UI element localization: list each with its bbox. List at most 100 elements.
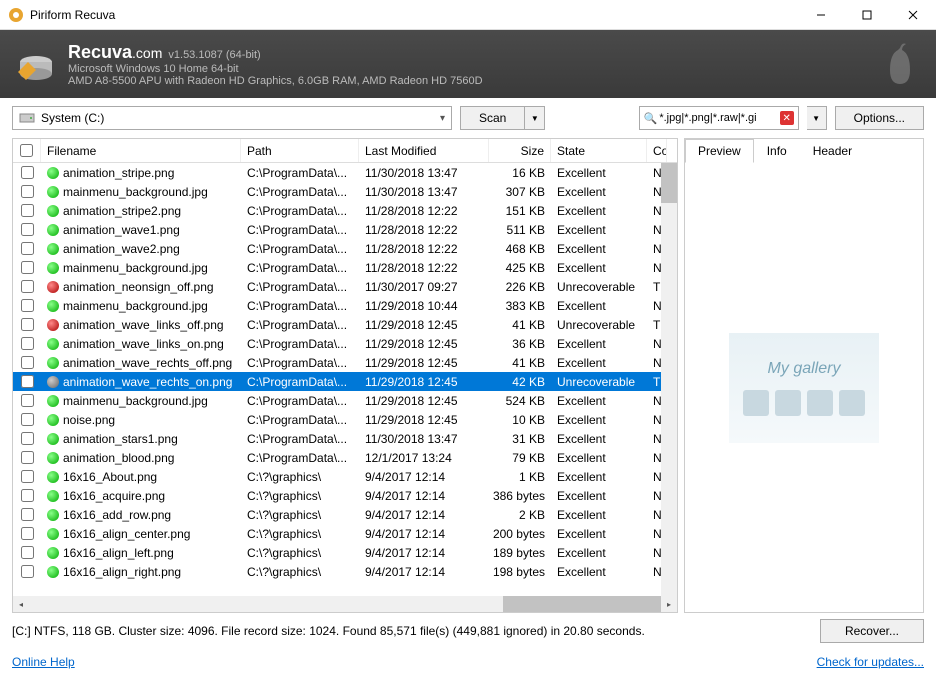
- table-row[interactable]: animation_wave_rechts_off.pngC:\ProgramD…: [13, 353, 677, 372]
- table-row[interactable]: 16x16_acquire.pngC:\?\graphics\9/4/2017 …: [13, 486, 677, 505]
- cell-filename: 16x16_align_left.png: [63, 546, 174, 560]
- header-checkbox[interactable]: [13, 139, 41, 162]
- scroll-right-icon[interactable]: ▸: [661, 596, 677, 612]
- cell-size: 10 KB: [489, 410, 551, 429]
- cell-path: C:\ProgramData\...: [241, 448, 359, 467]
- filter-dropdown-button[interactable]: ▼: [807, 106, 827, 130]
- column-headers: Filename Path Last Modified Size State C…: [13, 139, 677, 163]
- row-checkbox[interactable]: [21, 242, 34, 255]
- row-checkbox[interactable]: [21, 337, 34, 350]
- row-checkbox[interactable]: [21, 280, 34, 293]
- check-updates-link[interactable]: Check for updates...: [817, 655, 924, 669]
- horizontal-scrollbar[interactable]: ◂ ▸: [13, 596, 677, 612]
- cell-filename: animation_wave1.png: [63, 223, 180, 237]
- table-row[interactable]: animation_stripe.pngC:\ProgramData\...11…: [13, 163, 677, 182]
- table-row[interactable]: 16x16_align_left.pngC:\?\graphics\9/4/20…: [13, 543, 677, 562]
- cell-state: Unrecoverable: [551, 372, 647, 391]
- row-checkbox[interactable]: [21, 204, 34, 217]
- status-dot-icon: [47, 395, 59, 407]
- row-checkbox[interactable]: [21, 432, 34, 445]
- cell-path: C:\ProgramData\...: [241, 315, 359, 334]
- online-help-link[interactable]: Online Help: [12, 655, 75, 669]
- cell-path: C:\?\graphics\: [241, 543, 359, 562]
- row-checkbox[interactable]: [21, 318, 34, 331]
- clear-filter-button[interactable]: ✕: [780, 111, 794, 125]
- row-checkbox[interactable]: [21, 527, 34, 540]
- row-checkbox[interactable]: [21, 489, 34, 502]
- vertical-scrollbar[interactable]: [661, 163, 677, 596]
- cell-filename: noise.png: [63, 413, 115, 427]
- cell-size: 41 KB: [489, 315, 551, 334]
- table-row[interactable]: animation_neonsign_off.pngC:\ProgramData…: [13, 277, 677, 296]
- table-row[interactable]: mainmenu_background.jpgC:\ProgramData\..…: [13, 182, 677, 201]
- row-checkbox[interactable]: [21, 508, 34, 521]
- table-row[interactable]: mainmenu_background.jpgC:\ProgramData\..…: [13, 391, 677, 410]
- row-checkbox[interactable]: [21, 185, 34, 198]
- close-button[interactable]: [890, 0, 936, 30]
- cell-state: Unrecoverable: [551, 315, 647, 334]
- table-row[interactable]: animation_wave_links_on.pngC:\ProgramDat…: [13, 334, 677, 353]
- table-row[interactable]: animation_wave2.pngC:\ProgramData\...11/…: [13, 239, 677, 258]
- table-row[interactable]: mainmenu_background.jpgC:\ProgramData\..…: [13, 258, 677, 277]
- cell-modified: 11/28/2018 12:22: [359, 239, 489, 258]
- header-comment[interactable]: Co: [647, 139, 667, 162]
- options-button[interactable]: Options...: [835, 106, 924, 130]
- tab-header[interactable]: Header: [800, 139, 865, 163]
- maximize-button[interactable]: [844, 0, 890, 30]
- table-row[interactable]: animation_wave_rechts_on.pngC:\ProgramDa…: [13, 372, 677, 391]
- table-row[interactable]: animation_stars1.pngC:\ProgramData\...11…: [13, 429, 677, 448]
- table-row[interactable]: noise.pngC:\ProgramData\...11/29/2018 12…: [13, 410, 677, 429]
- cell-path: C:\?\graphics\: [241, 562, 359, 581]
- row-checkbox[interactable]: [21, 413, 34, 426]
- cell-path: C:\ProgramData\...: [241, 410, 359, 429]
- row-checkbox[interactable]: [21, 470, 34, 483]
- cell-modified: 11/30/2018 13:47: [359, 182, 489, 201]
- header-path[interactable]: Path: [241, 139, 359, 162]
- row-checkbox[interactable]: [21, 565, 34, 578]
- cell-size: 198 bytes: [489, 562, 551, 581]
- row-checkbox[interactable]: [21, 375, 34, 388]
- table-row[interactable]: animation_wave_links_off.pngC:\ProgramDa…: [13, 315, 677, 334]
- row-checkbox[interactable]: [21, 299, 34, 312]
- tab-preview[interactable]: Preview: [685, 139, 754, 163]
- scroll-left-icon[interactable]: ◂: [13, 596, 29, 612]
- scan-button[interactable]: Scan: [460, 106, 525, 130]
- header-size[interactable]: Size: [489, 139, 551, 162]
- status-dot-icon: [47, 471, 59, 483]
- header-state[interactable]: State: [551, 139, 647, 162]
- cell-modified: 11/28/2018 12:22: [359, 201, 489, 220]
- cell-state: Excellent: [551, 391, 647, 410]
- row-checkbox[interactable]: [21, 223, 34, 236]
- row-checkbox[interactable]: [21, 356, 34, 369]
- cell-size: 383 KB: [489, 296, 551, 315]
- status-dot-icon: [47, 452, 59, 464]
- cell-filename: 16x16_align_center.png: [63, 527, 190, 541]
- table-row[interactable]: 16x16_About.pngC:\?\graphics\9/4/2017 12…: [13, 467, 677, 486]
- drive-select[interactable]: System (C:) ▾: [12, 106, 452, 130]
- table-row[interactable]: mainmenu_background.jpgC:\ProgramData\..…: [13, 296, 677, 315]
- cell-path: C:\ProgramData\...: [241, 163, 359, 182]
- status-dot-icon: [47, 528, 59, 540]
- row-checkbox[interactable]: [21, 166, 34, 179]
- row-checkbox[interactable]: [21, 394, 34, 407]
- row-checkbox[interactable]: [21, 451, 34, 464]
- recover-button[interactable]: Recover...: [820, 619, 924, 643]
- header-filename[interactable]: Filename: [41, 139, 241, 162]
- header-modified[interactable]: Last Modified: [359, 139, 489, 162]
- table-row[interactable]: 16x16_align_center.pngC:\?\graphics\9/4/…: [13, 524, 677, 543]
- table-row[interactable]: animation_stripe2.pngC:\ProgramData\...1…: [13, 201, 677, 220]
- tab-info[interactable]: Info: [754, 139, 800, 163]
- minimize-button[interactable]: [798, 0, 844, 30]
- table-row[interactable]: 16x16_add_row.pngC:\?\graphics\9/4/2017 …: [13, 505, 677, 524]
- table-row[interactable]: 16x16_align_right.pngC:\?\graphics\9/4/2…: [13, 562, 677, 581]
- cell-modified: 11/29/2018 12:45: [359, 334, 489, 353]
- status-dot-icon: [47, 205, 59, 217]
- table-row[interactable]: animation_blood.pngC:\ProgramData\...12/…: [13, 448, 677, 467]
- cell-state: Excellent: [551, 201, 647, 220]
- scan-dropdown-button[interactable]: ▼: [525, 106, 545, 130]
- table-row[interactable]: animation_wave1.pngC:\ProgramData\...11/…: [13, 220, 677, 239]
- row-checkbox[interactable]: [21, 261, 34, 274]
- filter-input[interactable]: 🔍 *.jpg|*.png|*.raw|*.gi ✕: [639, 106, 799, 130]
- row-checkbox[interactable]: [21, 546, 34, 559]
- cell-path: C:\ProgramData\...: [241, 182, 359, 201]
